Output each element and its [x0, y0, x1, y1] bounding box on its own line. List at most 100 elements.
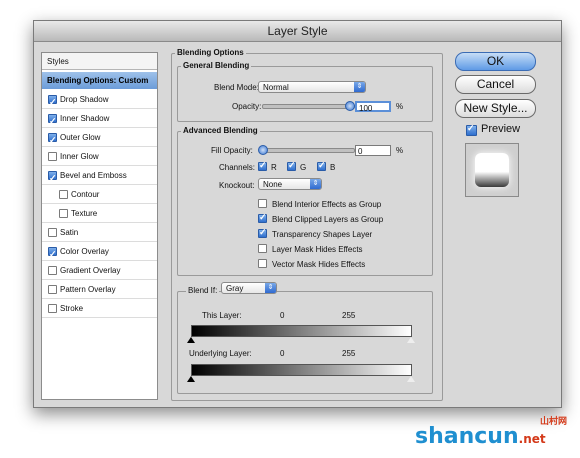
advanced-option-label: Vector Mask Hides Effects [272, 260, 366, 269]
advanced-option-label: Layer Mask Hides Effects [272, 245, 363, 254]
fill-opacity-slider[interactable] [262, 148, 355, 153]
sidebar-item-checkbox[interactable] [48, 245, 57, 264]
updown-arrows-icon: ⇕ [265, 283, 276, 293]
preview-thumbnail [465, 143, 519, 197]
blend-if-label: Blend If: [186, 286, 220, 295]
sidebar-item-label: Bevel and Emboss [60, 171, 127, 180]
channel-b-checkbox[interactable] [317, 160, 326, 171]
styles-header[interactable]: Styles [42, 53, 157, 70]
advanced-option-label: Transparency Shapes Layer [272, 230, 373, 239]
channels-label: Channels: [219, 163, 256, 172]
sidebar-item[interactable]: Texture [42, 204, 157, 223]
new-style-button[interactable]: New Style... [455, 99, 536, 118]
watermark: shancun.net [415, 424, 546, 449]
sidebar-item-checkbox[interactable] [48, 266, 57, 275]
advanced-blending-title: Advanced Blending [181, 126, 260, 135]
sidebar-item-checkbox[interactable] [48, 304, 57, 313]
watermark-cn: 山村网 [540, 417, 568, 427]
sidebar-item-checkbox[interactable] [48, 228, 57, 237]
sidebar-item-blending-options[interactable]: Blending Options: Custom [42, 72, 157, 89]
this-layer-white-slider[interactable] [407, 337, 415, 343]
blend-if-group [177, 291, 433, 394]
underlying-white-slider[interactable] [407, 376, 415, 382]
this-layer-low-value: 0 [280, 311, 285, 320]
blending-options-title: Blending Options [175, 48, 246, 57]
sidebar-item[interactable]: Drop Shadow [42, 90, 157, 112]
knockout-select[interactable]: None ⇕ [258, 178, 322, 190]
this-layer-gradient [191, 325, 412, 337]
sidebar-item-checkbox[interactable] [48, 152, 57, 161]
sidebar-item[interactable]: Satin [42, 223, 157, 242]
updown-arrows-icon: ⇕ [310, 179, 321, 189]
opacity-label: Opacity: [232, 102, 262, 111]
fill-opacity-label: Fill Opacity: [211, 146, 253, 155]
sidebar-item-label: Inner Shadow [60, 114, 110, 123]
opacity-field[interactable]: 100 [355, 101, 391, 113]
channel-g-checkbox[interactable] [287, 160, 296, 171]
channel-r-label: R [271, 163, 277, 172]
sidebar-item[interactable]: Inner Glow [42, 147, 157, 166]
this-layer-label: This Layer: [202, 311, 242, 320]
watermark-main: shancun [415, 424, 519, 449]
sidebar-item-label: Outer Glow [60, 133, 101, 142]
sidebar-item-label: Gradient Overlay [60, 266, 121, 275]
sidebar-item-label: Satin [60, 228, 79, 237]
underlying-low-value: 0 [280, 349, 285, 358]
opacity-slider-handle[interactable] [345, 101, 355, 111]
updown-arrows-icon: ⇕ [354, 82, 365, 92]
sidebar-item[interactable]: Gradient Overlay [42, 261, 157, 280]
sidebar-item-checkbox[interactable] [48, 112, 57, 131]
advanced-option-checkbox[interactable] [258, 212, 267, 223]
ok-button[interactable]: OK [455, 52, 536, 71]
knockout-label: Knockout: [219, 181, 255, 190]
blend-mode-select[interactable]: Normal ⇕ [258, 81, 366, 93]
sidebar-item[interactable]: Contour [42, 185, 157, 204]
blend-mode-label: Blend Mode: [214, 83, 259, 92]
preview-swatch [475, 153, 509, 187]
sidebar-item-checkbox[interactable] [59, 209, 68, 218]
underlying-layer-gradient [191, 364, 412, 376]
underlying-high-value: 255 [342, 349, 356, 358]
advanced-option-checkbox[interactable] [258, 199, 267, 208]
sidebar-item-label: Stroke [60, 304, 84, 313]
sidebar-item-checkbox[interactable] [48, 285, 57, 294]
fill-opacity-unit: % [396, 146, 404, 155]
advanced-option-checkbox[interactable] [258, 244, 267, 253]
sidebar-item-label: Drop Shadow [60, 95, 109, 104]
advanced-option-label: Blend Interior Effects as Group [272, 200, 382, 209]
sidebar-item[interactable]: Stroke [42, 299, 157, 318]
sidebar-item[interactable]: Bevel and Emboss [42, 166, 157, 188]
fill-opacity-field[interactable]: 0 [355, 145, 391, 156]
sidebar-item[interactable]: Pattern Overlay [42, 280, 157, 299]
opacity-slider[interactable] [262, 104, 355, 109]
this-layer-black-slider[interactable] [187, 337, 195, 343]
sidebar-item-checkbox[interactable] [59, 190, 68, 199]
cancel-button[interactable]: Cancel [455, 75, 536, 94]
advanced-option-checkbox[interactable] [258, 259, 267, 268]
advanced-option-label: Blend Clipped Layers as Group [272, 215, 384, 224]
window-title: Layer Style [34, 21, 561, 42]
sidebar-item-label: Inner Glow [60, 152, 99, 161]
sidebar-item[interactable]: Outer Glow [42, 128, 157, 150]
blend-if-select[interactable]: Gray ⇕ [221, 282, 277, 294]
sidebar-item-label: Pattern Overlay [60, 285, 116, 294]
fill-opacity-slider-handle[interactable] [258, 145, 268, 155]
general-blending-title: General Blending [181, 61, 252, 70]
preview-checkbox[interactable] [466, 123, 477, 136]
sidebar-item-label: Color Overlay [60, 247, 109, 256]
sidebar-item-label: Texture [71, 209, 98, 218]
sidebar-item-checkbox[interactable] [48, 93, 57, 112]
sidebar-item-checkbox[interactable] [48, 169, 57, 188]
channel-b-label: B [330, 163, 336, 172]
general-blending-group [177, 66, 433, 122]
advanced-option-checkbox[interactable] [258, 227, 267, 238]
styles-sidebar: Styles Blending Options: Custom Drop Sha… [41, 52, 158, 400]
sidebar-item-checkbox[interactable] [48, 131, 57, 150]
watermark-suffix: .net [518, 432, 546, 446]
sidebar-item[interactable]: Color Overlay [42, 242, 157, 264]
blend-if-value: Gray [226, 284, 244, 293]
channel-r-checkbox[interactable] [258, 160, 267, 171]
underlying-black-slider[interactable] [187, 376, 195, 382]
layer-style-dialog: Layer Style Styles Blending Options: Cus… [33, 20, 562, 408]
sidebar-item[interactable]: Inner Shadow [42, 109, 157, 131]
